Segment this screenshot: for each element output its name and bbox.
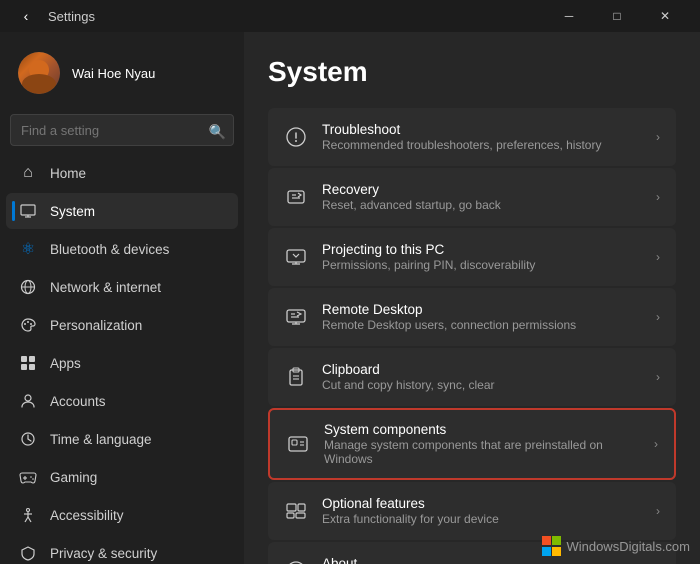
troubleshoot-icon: [284, 125, 308, 149]
components-icon: [286, 432, 310, 456]
sidebar: Wai Hoe Nyau 🔍 ⌂ Home System ⚛ Bluetoot: [0, 32, 244, 564]
remote-icon: [284, 305, 308, 329]
avatar-image: [18, 52, 60, 94]
settings-item-components[interactable]: System components Manage system componen…: [268, 408, 676, 480]
gaming-icon: [18, 467, 38, 487]
recovery-desc: Reset, advanced startup, go back: [322, 198, 642, 212]
user-name: Wai Hoe Nyau: [72, 66, 155, 81]
time-icon: [18, 429, 38, 449]
titlebar-title: Settings: [48, 9, 95, 24]
sidebar-item-bluetooth-label: Bluetooth & devices: [50, 242, 169, 257]
content-area: System Troubleshoot Recommended troubles…: [244, 32, 700, 564]
clipboard-chevron: ›: [656, 370, 660, 384]
avatar: [18, 52, 60, 94]
system-icon: [18, 201, 38, 221]
personalization-icon: [18, 315, 38, 335]
components-chevron: ›: [654, 437, 658, 451]
sidebar-item-accounts[interactable]: Accounts: [6, 383, 238, 419]
remote-text: Remote Desktop Remote Desktop users, con…: [322, 302, 642, 332]
sidebar-item-personalization-label: Personalization: [50, 318, 142, 333]
troubleshoot-title: Troubleshoot: [322, 122, 642, 137]
optional-chevron: ›: [656, 504, 660, 518]
optional-icon: [284, 499, 308, 523]
page-title: System: [268, 56, 676, 88]
titlebar: ‹ Settings ─ □ ✕: [0, 0, 700, 32]
troubleshoot-text: Troubleshoot Recommended troubleshooters…: [322, 122, 642, 152]
back-button[interactable]: ‹: [12, 2, 40, 30]
minimize-button[interactable]: ─: [546, 0, 592, 32]
about-title: About: [322, 556, 642, 564]
settings-item-optional[interactable]: Optional features Extra functionality fo…: [268, 482, 676, 540]
sidebar-item-accounts-label: Accounts: [50, 394, 106, 409]
settings-item-about[interactable]: About Device specifications, rename PC, …: [268, 542, 676, 564]
sidebar-item-network-label: Network & internet: [50, 280, 161, 295]
settings-item-recovery[interactable]: Recovery Reset, advanced startup, go bac…: [268, 168, 676, 226]
home-icon: ⌂: [18, 163, 38, 183]
clipboard-desc: Cut and copy history, sync, clear: [322, 378, 642, 392]
remote-title: Remote Desktop: [322, 302, 642, 317]
components-title: System components: [324, 422, 640, 437]
sidebar-item-system-label: System: [50, 204, 95, 219]
settings-item-remote[interactable]: Remote Desktop Remote Desktop users, con…: [268, 288, 676, 346]
sidebar-item-home-label: Home: [50, 166, 86, 181]
settings-item-troubleshoot[interactable]: Troubleshoot Recommended troubleshooters…: [268, 108, 676, 166]
sidebar-item-time-label: Time & language: [50, 432, 152, 447]
sidebar-item-bluetooth[interactable]: ⚛ Bluetooth & devices: [6, 231, 238, 267]
remote-desc: Remote Desktop users, connection permiss…: [322, 318, 642, 332]
recovery-icon: [284, 185, 308, 209]
search-container: 🔍: [0, 110, 244, 154]
settings-list: Troubleshoot Recommended troubleshooters…: [268, 108, 676, 564]
projecting-icon: [284, 245, 308, 269]
remote-chevron: ›: [656, 310, 660, 324]
privacy-icon: [18, 543, 38, 563]
sidebar-item-accessibility-label: Accessibility: [50, 508, 124, 523]
accounts-icon: [18, 391, 38, 411]
close-button[interactable]: ✕: [642, 0, 688, 32]
main-layout: Wai Hoe Nyau 🔍 ⌂ Home System ⚛ Bluetoot: [0, 32, 700, 564]
sidebar-item-system[interactable]: System: [6, 193, 238, 229]
projecting-desc: Permissions, pairing PIN, discoverabilit…: [322, 258, 642, 272]
recovery-chevron: ›: [656, 190, 660, 204]
clipboard-icon: [284, 365, 308, 389]
components-text: System components Manage system componen…: [324, 422, 640, 466]
recovery-text: Recovery Reset, advanced startup, go bac…: [322, 182, 642, 212]
recovery-title: Recovery: [322, 182, 642, 197]
about-icon: [284, 559, 308, 564]
sidebar-item-network[interactable]: Network & internet: [6, 269, 238, 305]
about-text: About Device specifications, rename PC, …: [322, 556, 642, 564]
sidebar-item-gaming-label: Gaming: [50, 470, 97, 485]
settings-item-clipboard[interactable]: Clipboard Cut and copy history, sync, cl…: [268, 348, 676, 406]
projecting-title: Projecting to this PC: [322, 242, 642, 257]
accessibility-icon: [18, 505, 38, 525]
sidebar-item-home[interactable]: ⌂ Home: [6, 155, 238, 191]
optional-desc: Extra functionality for your device: [322, 512, 642, 526]
sidebar-item-accessibility[interactable]: Accessibility: [6, 497, 238, 533]
clipboard-title: Clipboard: [322, 362, 642, 377]
optional-text: Optional features Extra functionality fo…: [322, 496, 642, 526]
clipboard-text: Clipboard Cut and copy history, sync, cl…: [322, 362, 642, 392]
apps-icon: [18, 353, 38, 373]
titlebar-left: ‹ Settings: [12, 2, 95, 30]
troubleshoot-desc: Recommended troubleshooters, preferences…: [322, 138, 642, 152]
settings-item-projecting[interactable]: Projecting to this PC Permissions, pairi…: [268, 228, 676, 286]
maximize-button[interactable]: □: [594, 0, 640, 32]
projecting-text: Projecting to this PC Permissions, pairi…: [322, 242, 642, 272]
search-input[interactable]: [10, 114, 234, 146]
optional-title: Optional features: [322, 496, 642, 511]
bluetooth-icon: ⚛: [18, 239, 38, 259]
sidebar-item-privacy[interactable]: Privacy & security: [6, 535, 238, 564]
sidebar-item-personalization[interactable]: Personalization: [6, 307, 238, 343]
sidebar-item-apps-label: Apps: [50, 356, 81, 371]
sidebar-item-privacy-label: Privacy & security: [50, 546, 157, 561]
components-desc: Manage system components that are preins…: [324, 438, 640, 466]
sidebar-item-apps[interactable]: Apps: [6, 345, 238, 381]
network-icon: [18, 277, 38, 297]
sidebar-item-time[interactable]: Time & language: [6, 421, 238, 457]
sidebar-item-gaming[interactable]: Gaming: [6, 459, 238, 495]
titlebar-controls: ─ □ ✕: [546, 0, 688, 32]
projecting-chevron: ›: [656, 250, 660, 264]
troubleshoot-chevron: ›: [656, 130, 660, 144]
user-profile[interactable]: Wai Hoe Nyau: [6, 36, 238, 106]
